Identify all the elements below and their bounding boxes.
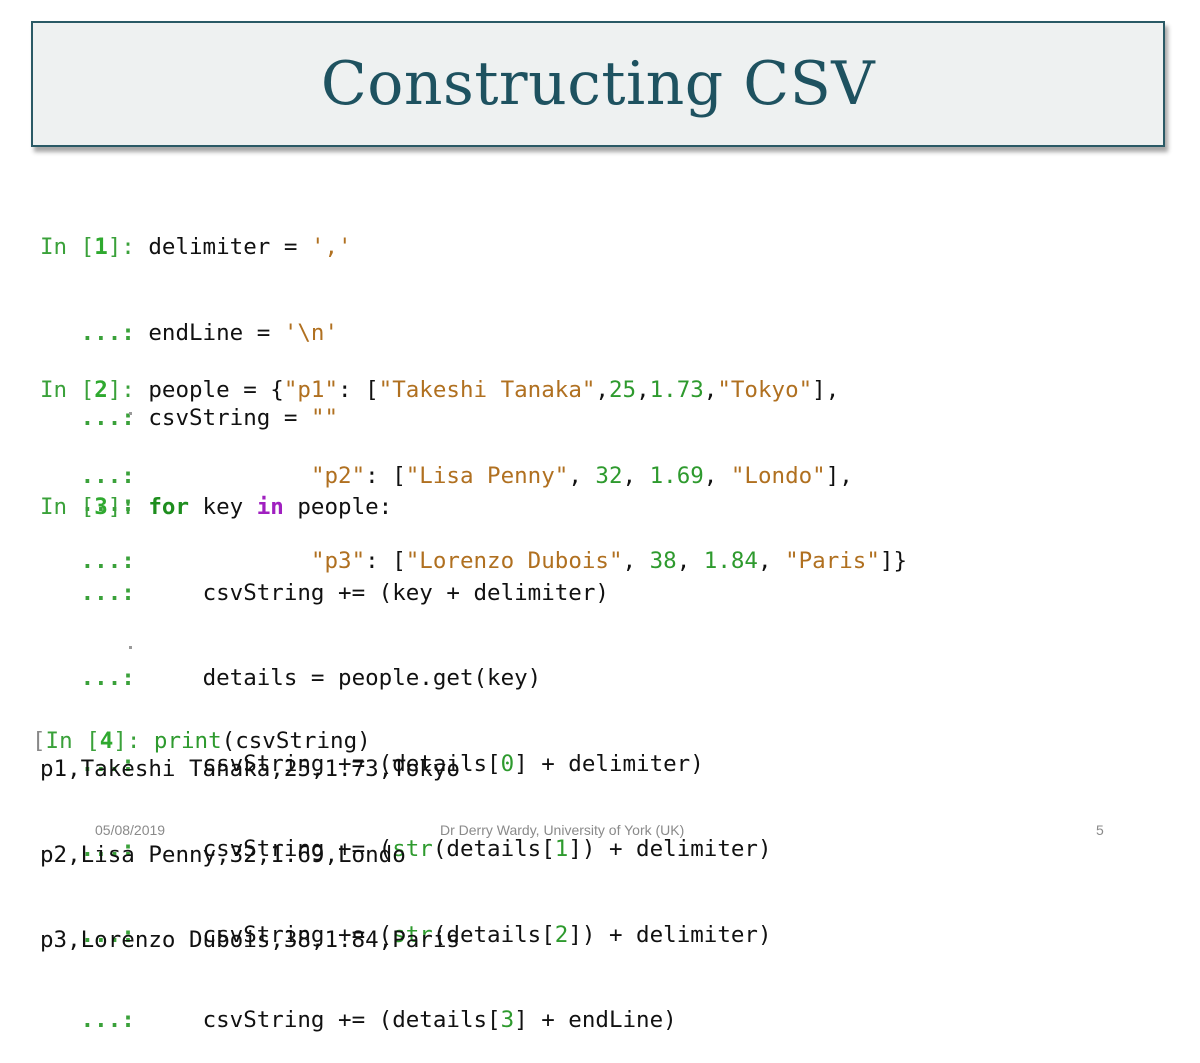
- code-text: ] + endLine): [514, 1007, 677, 1033]
- code-line: In [1]: delimiter = ',': [40, 233, 352, 262]
- string-literal: "Takeshi Tanaka": [378, 377, 596, 403]
- prompt-close: ]:: [107, 377, 149, 403]
- prompt-in: In [: [40, 377, 95, 403]
- code-text: csvString += (details[: [202, 1007, 501, 1033]
- number-literal: 25: [608, 377, 637, 403]
- continuation-prompt: ...:: [40, 579, 149, 606]
- code-text: ] + delimiter): [514, 750, 704, 777]
- title-box: Constructing CSV: [31, 21, 1165, 147]
- number-literal: 2: [554, 921, 569, 948]
- code-line: ...: csvString += (details[3] + endLine): [40, 1006, 772, 1035]
- prompt-close: ]:: [107, 234, 149, 260]
- code-text: ],: [812, 377, 840, 403]
- slide-title: Constructing CSV: [320, 49, 876, 119]
- code-text: people:: [283, 494, 393, 520]
- prompt-number: 2: [94, 377, 108, 403]
- code-text: ,: [595, 377, 609, 403]
- prompt-close: ]:: [107, 494, 149, 520]
- code-text: ,: [703, 377, 718, 403]
- code-line: In [2]: people = {"p1": ["Takeshi Tanaka…: [40, 376, 907, 405]
- output-line: p1,Takeshi Tanaka,25,1.73,Tokyo: [40, 756, 460, 782]
- prompt-number: 3: [94, 494, 108, 520]
- code-text: ,: [636, 377, 650, 403]
- keyword-for: for: [148, 494, 190, 520]
- cell-separator-tick: [129, 412, 132, 415]
- code-text: csvString += (key + delimiter): [202, 579, 609, 606]
- code-text: ]}: [879, 548, 907, 574]
- number-literal: 1: [554, 836, 569, 862]
- code-text: ],: [825, 462, 853, 489]
- continuation-prompt: ...:: [40, 1007, 149, 1033]
- code-text: ]) + delimiter): [568, 921, 772, 948]
- output-line: p3,Lorenzo Dubois,38,1.84,Paris: [40, 927, 460, 953]
- string-literal: "Paris": [785, 548, 880, 574]
- footer-page-number: 5: [1096, 822, 1104, 838]
- cell-separator-tick: [129, 646, 132, 649]
- code-text: key: [189, 494, 257, 520]
- number-literal: 0: [500, 750, 515, 777]
- prompt-number: 1: [94, 234, 108, 260]
- code-line: In [3]: for key in people:: [40, 493, 772, 522]
- code-line: ...: csvString += (key + delimiter): [40, 579, 772, 608]
- string-literal: "Tokyo": [717, 377, 813, 403]
- code-text: : [: [338, 377, 379, 403]
- prompt-in: In [: [40, 494, 95, 520]
- number-literal: 1.73: [649, 377, 704, 403]
- code-text: delimiter =: [148, 234, 311, 260]
- output-line: p2,Lisa Penny,32,1.69,Londo: [40, 841, 406, 868]
- code-text: people = {: [148, 377, 284, 403]
- footer-date: 05/08/2019: [95, 822, 166, 838]
- string-literal: ',': [310, 234, 352, 260]
- string-literal: "p1": [283, 377, 339, 403]
- footer-author: Dr Derry Wardy, University of York (UK): [440, 822, 685, 838]
- code-text: ]) + delimiter): [568, 836, 772, 862]
- number-literal: 3: [500, 1007, 515, 1033]
- keyword-in: in: [256, 494, 284, 520]
- prompt-in: In [: [40, 234, 95, 260]
- output-block: p1,Takeshi Tanaka,25,1.73,Tokyo p2,Lisa …: [40, 698, 460, 983]
